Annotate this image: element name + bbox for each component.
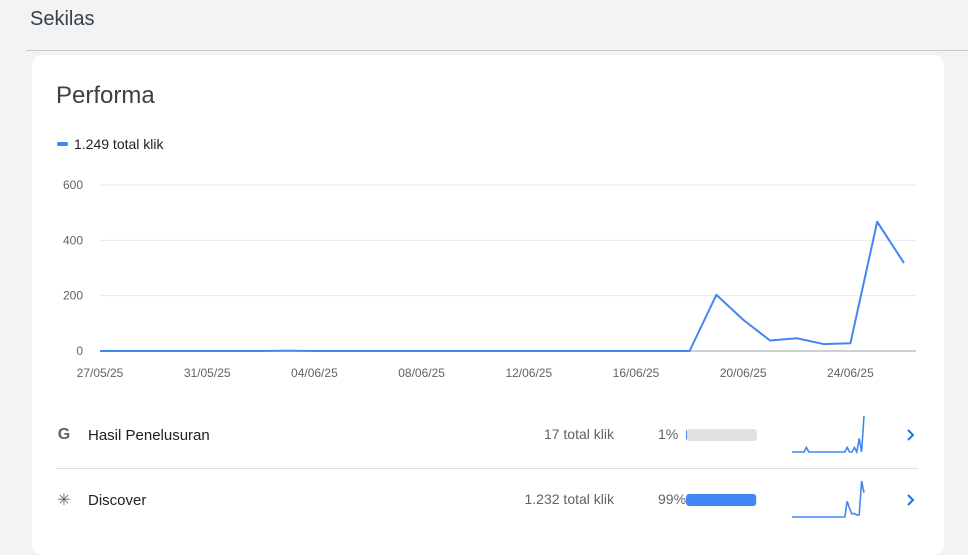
sparkline-line <box>792 415 865 454</box>
percent-bar-fill <box>686 494 757 506</box>
row-percent: 1% <box>658 426 679 442</box>
y-tick-label: 200 <box>63 289 83 303</box>
y-tick-label: 0 <box>76 344 83 358</box>
percent-bar-track <box>686 429 757 441</box>
percent-bar-fill <box>686 429 688 441</box>
row-percent: 99% <box>658 491 687 507</box>
y-tick-label: 600 <box>63 178 83 192</box>
sparkline-line <box>792 480 865 518</box>
x-tick-label: 31/05/25 <box>184 366 231 380</box>
header-divider <box>26 50 968 51</box>
google-g-icon: G <box>57 426 71 443</box>
x-tick-label: 27/05/25 <box>77 366 124 380</box>
discover-asterisk-icon: ✳ <box>57 492 71 509</box>
row-divider <box>56 468 918 469</box>
sparkline <box>792 415 865 454</box>
x-tick-label: 20/06/25 <box>720 366 767 380</box>
chevron-right-icon[interactable] <box>901 425 921 445</box>
row-search-results[interactable]: G Hasil Penelusuran 17 total klik 1% <box>56 410 918 460</box>
chevron-right-icon[interactable] <box>901 490 921 510</box>
row-label: Discover <box>88 492 147 509</box>
sparkline <box>792 480 865 518</box>
percent-bar-track <box>686 494 757 506</box>
y-tick-label: 400 <box>63 233 83 247</box>
x-tick-label: 04/06/25 <box>291 366 338 380</box>
row-label: Hasil Penelusuran <box>88 427 210 444</box>
performance-card: Performa 1.249 total klik 0 200 400 600 27/0… <box>32 55 944 555</box>
x-tick-label: 16/06/25 <box>613 366 660 380</box>
row-total-clicks: 17 total klik <box>543 426 614 442</box>
overview-header: Sekilas <box>0 0 968 50</box>
clicks-series-line <box>100 220 905 352</box>
x-tick-label: 24/06/25 <box>827 366 874 380</box>
row-total-clicks: 1.232 total klik <box>524 491 615 507</box>
performance-chart: 0 200 400 600 27/05/25 31/05/25 04/06/25 08/06/… <box>63 178 916 380</box>
x-tick-label: 12/06/25 <box>505 366 552 380</box>
row-discover[interactable]: ✳ Discover 1.232 total klik 99% <box>56 475 918 525</box>
x-tick-label: 08/06/25 <box>398 366 445 380</box>
page-title: Sekilas <box>30 8 95 30</box>
